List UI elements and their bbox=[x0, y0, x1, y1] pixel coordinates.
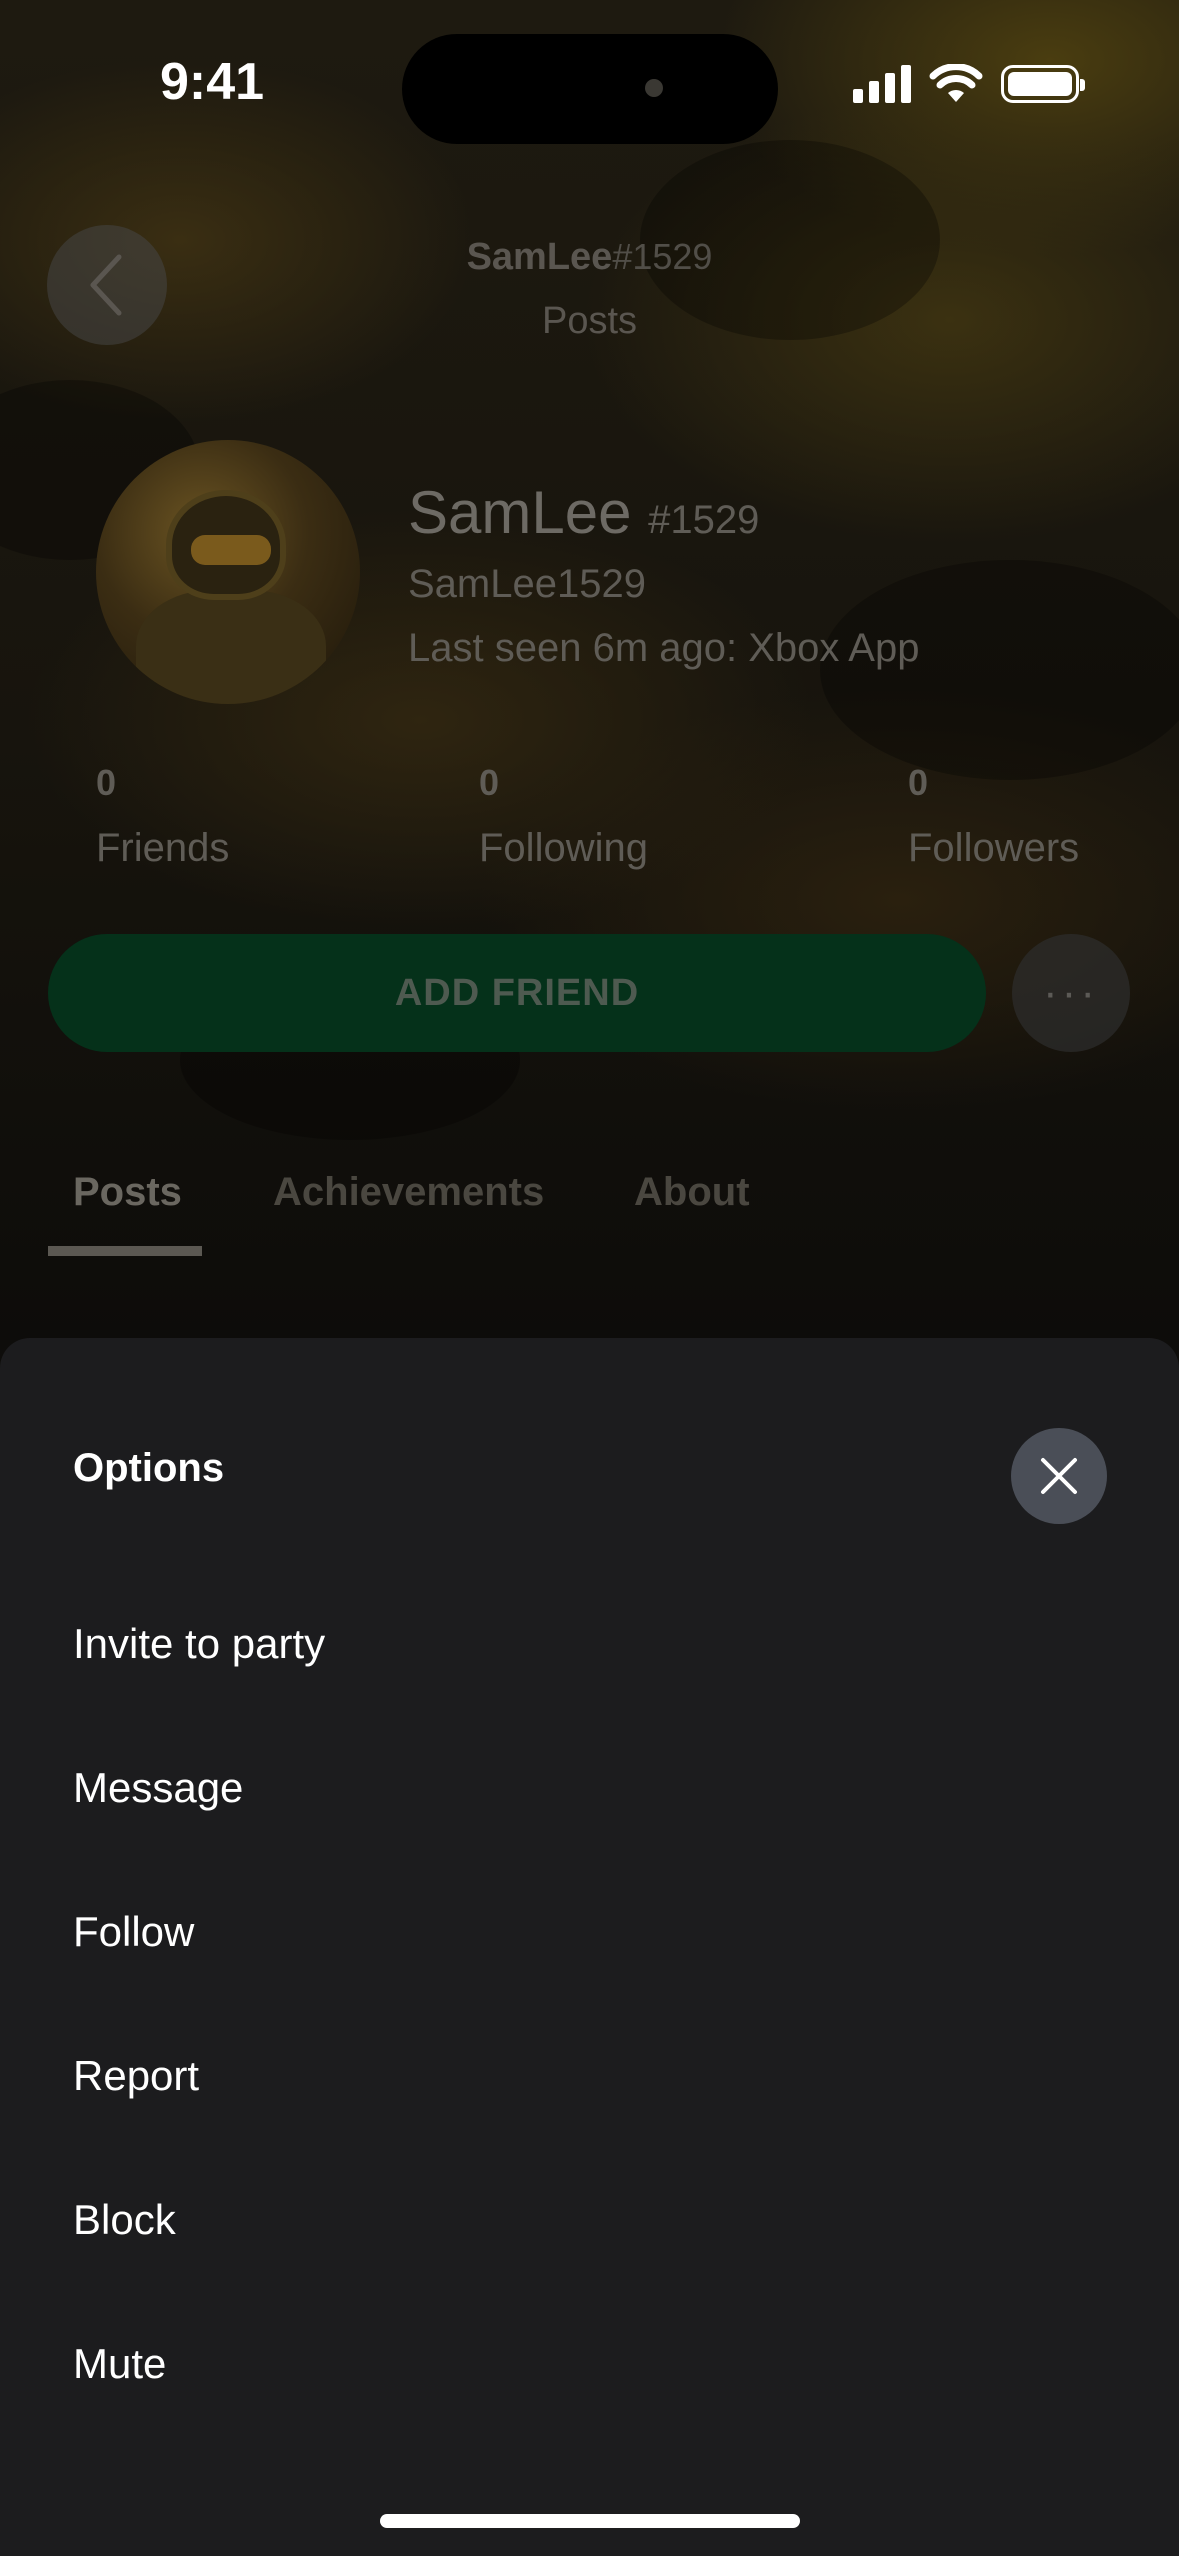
nav-subtitle: Posts bbox=[541, 300, 638, 342]
wifi-icon bbox=[929, 64, 983, 102]
tab-about[interactable]: About bbox=[634, 1170, 750, 1215]
stat-label: Friends bbox=[96, 826, 230, 870]
dynamic-island bbox=[402, 34, 778, 144]
close-button[interactable] bbox=[1011, 1428, 1107, 1524]
tab-posts[interactable]: Posts bbox=[73, 1170, 182, 1215]
stat-count: 0 bbox=[908, 762, 929, 803]
home-indicator[interactable] bbox=[380, 2514, 800, 2528]
stat-count: 0 bbox=[479, 762, 500, 803]
menu-item-message[interactable]: Message bbox=[73, 1764, 243, 1812]
stat-followers[interactable]: 0 Followers bbox=[908, 762, 1079, 871]
add-friend-button[interactable]: ADD FRIEND bbox=[48, 934, 986, 1052]
camera-icon bbox=[645, 79, 663, 97]
nav-gamertag: SamLee bbox=[466, 236, 613, 278]
stat-friends[interactable]: 0 Friends bbox=[96, 762, 229, 871]
menu-item-block[interactable]: Block bbox=[73, 2196, 176, 2244]
battery-icon bbox=[1001, 65, 1085, 103]
status-time: 9:41 bbox=[160, 53, 265, 111]
menu-item-invite-to-party[interactable]: Invite to party bbox=[73, 1620, 325, 1668]
close-icon bbox=[1041, 1458, 1077, 1494]
nav-title: SamLee#1529 bbox=[0, 236, 1179, 279]
stat-count: 0 bbox=[96, 762, 117, 803]
tab-achievements[interactable]: Achievements bbox=[273, 1170, 544, 1215]
nav-gamertag-suffix: #1529 bbox=[612, 236, 713, 277]
profile-gamertag-suffix: #1529 bbox=[648, 498, 760, 542]
active-tab-indicator bbox=[48, 1246, 202, 1256]
menu-item-report[interactable]: Report bbox=[73, 2052, 199, 2100]
avatar[interactable] bbox=[96, 440, 360, 704]
stat-label: Following bbox=[479, 826, 648, 870]
menu-item-mute[interactable]: Mute bbox=[73, 2340, 166, 2388]
sheet-title: Options bbox=[73, 1446, 225, 1490]
cellular-signal-icon bbox=[853, 65, 911, 103]
options-sheet: Options Invite to party Message Follow R… bbox=[0, 1338, 1179, 2556]
profile-handle: SamLee1529 bbox=[408, 562, 646, 606]
profile-name: SamLee #1529 bbox=[408, 478, 759, 547]
menu-item-follow[interactable]: Follow bbox=[73, 1908, 194, 1956]
stat-label: Followers bbox=[908, 826, 1080, 870]
profile-gamertag: SamLee bbox=[408, 479, 632, 546]
profile-page-background: 9:41 SamLee#1529 Posts SamLee #1529 SamL… bbox=[0, 0, 1179, 1340]
stat-following[interactable]: 0 Following bbox=[479, 762, 648, 871]
last-seen-status: Last seen 6m ago: Xbox App bbox=[408, 626, 920, 670]
status-bar: 9:41 bbox=[0, 0, 1179, 150]
more-options-button[interactable]: ··· bbox=[1012, 934, 1130, 1052]
status-icons bbox=[853, 64, 1085, 104]
